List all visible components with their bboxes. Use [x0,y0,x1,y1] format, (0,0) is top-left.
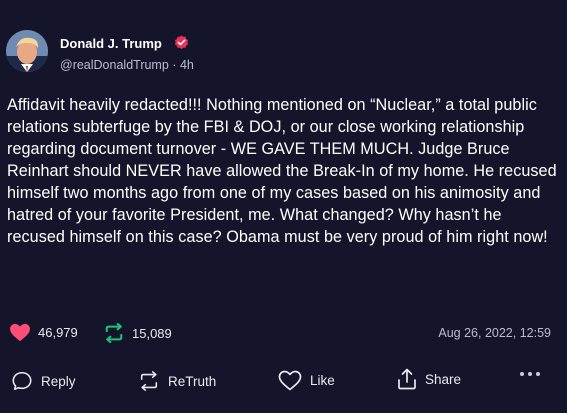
retruth-count-stat[interactable]: 15,089 [103,323,172,343]
retruth-label: ReTruth [168,373,217,389]
reply-icon [11,370,33,392]
author-handle[interactable]: @realDonaldTrump [60,58,169,72]
post-age[interactable]: 4h [180,58,194,72]
like-count-stat[interactable]: 46,979 [9,323,78,342]
like-button[interactable]: Like [278,370,335,391]
more-options-icon[interactable] [520,372,540,376]
post-meta: @realDonaldTrump · 4h [60,58,194,72]
truth-post: Donald J. Trump @realDonaldTrump · 4h Af… [0,0,567,413]
retruth-button[interactable]: ReTruth [138,370,216,392]
heart-icon [278,370,302,391]
reply-label: Reply [41,373,76,389]
like-label: Like [310,373,335,388]
share-label: Share [425,371,462,387]
author-name[interactable]: Donald J. Trump [60,36,162,51]
retruth-count: 15,089 [132,325,172,341]
more-dot [536,372,540,376]
action-bar: Reply ReTruth Like Share [0,367,567,397]
avatar[interactable] [6,30,48,72]
post-body: Affidavit heavily redacted!!! Nothing me… [7,96,557,246]
share-button[interactable]: Share [397,368,461,390]
share-icon [397,368,417,390]
retruth-icon [105,323,123,343]
avatar-image [6,30,48,72]
like-count: 46,979 [38,325,78,340]
retruth-icon [138,370,160,392]
post-timestamp: Aug 26, 2022, 12:59 [438,326,551,340]
more-dot [528,372,532,376]
more-dot [520,372,524,376]
reply-button[interactable]: Reply [11,370,76,392]
meta-separator: · [172,58,177,72]
heart-filled-icon [10,323,30,342]
verified-badge-icon [174,35,189,50]
